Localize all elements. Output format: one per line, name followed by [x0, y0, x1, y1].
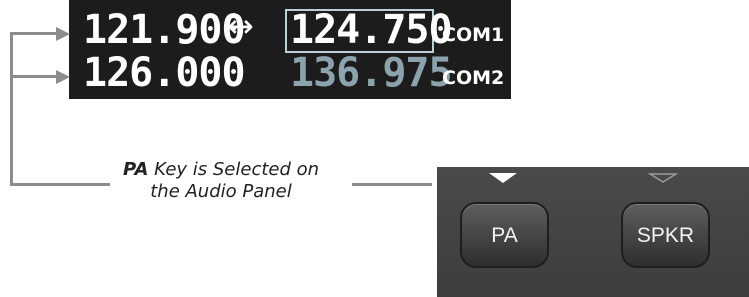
callout-com1-leader — [10, 32, 62, 35]
callout-key-name: PA — [122, 159, 149, 180]
pa-active-indicator-icon — [489, 173, 517, 183]
callout-com2-arrow-icon — [56, 70, 70, 84]
spkr-key-label: SPKR — [636, 224, 695, 247]
callout-bottom-line — [10, 183, 110, 186]
com2-active-frequency: 136.975 — [290, 50, 453, 96]
callout-text-line2: the Audio Panel — [150, 181, 292, 202]
callout-com2-leader — [10, 75, 62, 78]
com1-active-frequency: 124.750 — [290, 7, 453, 53]
pa-key-button[interactable]: PA — [460, 202, 549, 268]
callout-text: PA Key is Selected on the Audio Panel — [96, 159, 346, 203]
com1-standby-frequency: 121.900 — [83, 7, 246, 53]
callout-panel-leader — [352, 183, 432, 186]
frequency-swap-arrow-icon: ↔ — [227, 7, 254, 45]
pa-key-label: PA — [491, 224, 518, 247]
audio-panel: PA SPKR — [437, 167, 749, 297]
com2-label: COM2 — [442, 67, 505, 89]
com2-standby-frequency: 126.000 — [83, 50, 246, 96]
spkr-key-button[interactable]: SPKR — [621, 202, 710, 268]
com-frequency-display: 121.900 ↔ 124.750 COM1 126.000 136.975 C… — [69, 0, 511, 99]
callout-vertical-line — [10, 33, 13, 185]
callout-text-line1: Key is Selected on — [148, 159, 320, 180]
com1-label: COM1 — [442, 24, 505, 46]
callout-com1-arrow-icon — [56, 27, 70, 41]
spkr-inactive-indicator-icon — [648, 173, 678, 183]
